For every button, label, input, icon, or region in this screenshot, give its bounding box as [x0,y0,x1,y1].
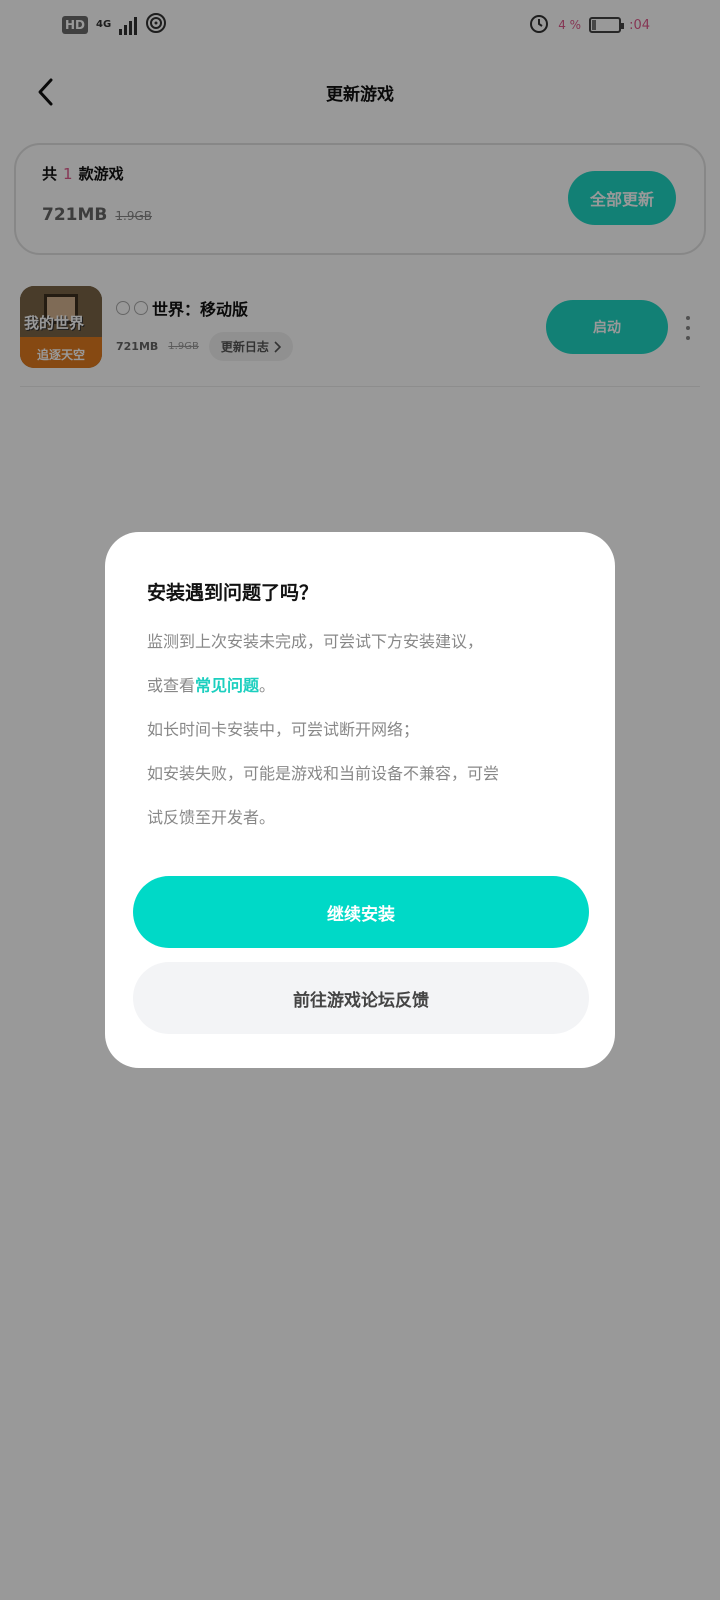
dialog-line-2: 或查看常见问题。 [147,664,587,708]
dialog-line-5: 试反馈至开发者。 [147,808,276,827]
faq-link[interactable]: 常见问题 [195,676,259,695]
dialog-body: 监测到上次安装未完成，可尝试下方安装建议， 或查看常见问题。 如长时间卡安装中，… [147,620,587,840]
dialog-line-4: 如安装失败，可能是游戏和当前设备不兼容，可尝 [147,764,500,783]
install-problem-dialog: 安装遇到问题了吗？ 监测到上次安装未完成，可尝试下方安装建议， 或查看常见问题。… [105,532,615,1068]
forum-feedback-button[interactable]: 前往游戏论坛反馈 [133,962,589,1034]
continue-install-button[interactable]: 继续安装 [133,876,589,948]
dialog-line-2-prefix: 或查看 [147,676,196,695]
dialog-line-3: 如长时间卡安装中，可尝试断开网络； [147,720,420,739]
dialog-title: 安装遇到问题了吗？ [147,582,319,604]
dialog-line-2-suffix: 。 [259,676,276,695]
dialog-line-1: 监测到上次安装未完成，可尝试下方安装建议， [147,632,484,651]
